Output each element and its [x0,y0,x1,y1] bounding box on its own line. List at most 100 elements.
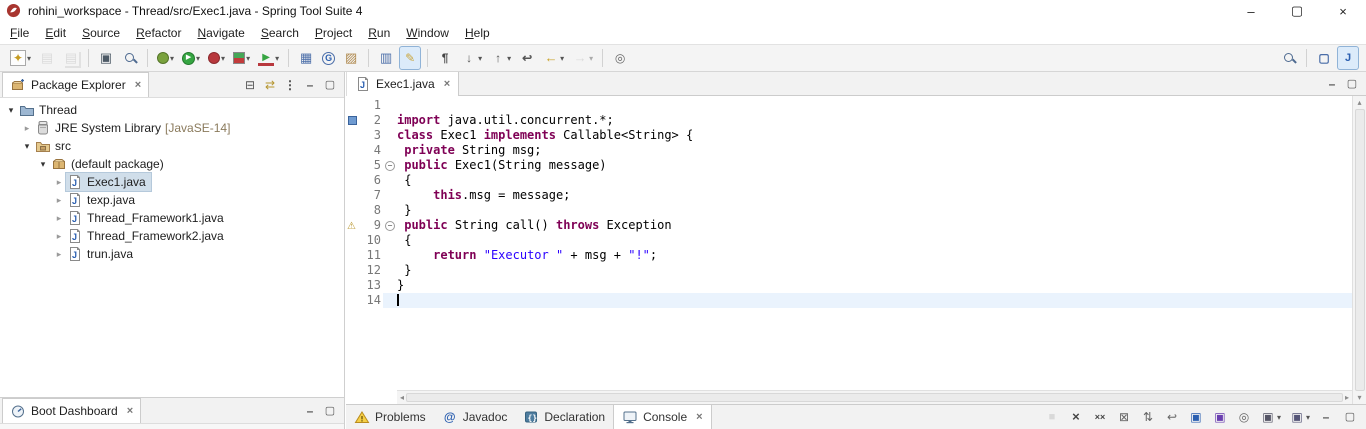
line-number[interactable]: 5 [359,158,383,173]
horizontal-scroll-thumb[interactable] [406,393,1343,402]
coverage-button[interactable]: ▾ [230,46,253,70]
view-menu-button[interactable]: ⋮ [280,75,300,95]
show-whitespace-button[interactable]: ¶ [434,46,456,70]
back-button[interactable]: ← ▾ [540,46,567,70]
code-line-1[interactable]: 1 [346,98,1352,113]
menu-help[interactable]: Help [457,23,498,43]
show-console-stderr-button[interactable]: ▣ [1209,407,1231,427]
menu-file[interactable]: File [2,23,37,43]
quick-access-search-button[interactable] [1278,46,1300,70]
code-text[interactable]: import java.util.concurrent.*; [397,113,1352,128]
display-selected-console-button[interactable]: ▣ ▾ [1257,407,1284,427]
open-console-button[interactable]: ▣ ▾ [1286,407,1313,427]
print-button[interactable]: ▣ [95,46,117,70]
tree-item-exec1-java[interactable]: ▸ J Exec1.java [0,172,344,192]
line-number[interactable]: 1 [359,98,383,113]
code-editor[interactable]: 1 2 import java.util.concurrent.*; 3 class E… [346,96,1366,404]
package-explorer-tab[interactable]: Package Explorer × [2,72,150,97]
code-text[interactable]: return "Executor " + msg + "!"; [397,248,1352,263]
dropdown-arrow-icon[interactable]: ▾ [170,54,174,63]
dropdown-arrow-icon[interactable]: ▾ [246,54,250,63]
last-edit-location-button[interactable]: ↩ [516,46,538,70]
tree-item-src[interactable]: ▾ src [0,137,344,155]
minimize-view-button[interactable]: – [1315,407,1337,427]
line-number[interactable]: 6 [359,173,383,188]
expand-arrow-icon[interactable]: ▸ [52,249,66,260]
dropdown-arrow-icon[interactable]: ▾ [196,54,200,63]
open-search-button[interactable] [119,46,141,70]
close-window-button[interactable]: × [1320,0,1366,22]
line-number[interactable]: 3 [359,128,383,143]
line-number[interactable]: 13 [359,278,383,293]
tree-item-trun-java[interactable]: ▸ Jtrun.java [0,245,344,263]
scroll-lock-button[interactable]: ⇅ [1137,407,1159,427]
code-line-3[interactable]: 3 class Exec1 implements Callable<String>… [346,128,1352,143]
save-button[interactable]: ▤ [36,46,58,70]
new-web-service-button[interactable]: G [319,46,338,70]
code-line-13[interactable]: 13} [346,278,1352,293]
line-number[interactable]: 10 [359,233,383,248]
maximize-view-button[interactable]: ▢ [320,75,340,95]
close-icon[interactable]: × [127,405,133,417]
tab-javadoc[interactable]: @ Javadoc [434,405,516,429]
collapse-arrow-icon[interactable]: ▾ [20,141,34,152]
dropdown-arrow-icon[interactable]: ▾ [478,54,482,63]
dropdown-arrow-icon[interactable]: ▾ [507,54,511,63]
code-text[interactable]: this.msg = message; [397,188,1352,203]
code-line-2[interactable]: 2 import java.util.concurrent.*; [346,113,1352,128]
expand-arrow-icon[interactable]: ▸ [52,195,66,206]
menu-run[interactable]: Run [360,23,398,43]
dropdown-arrow-icon[interactable]: ▾ [560,54,564,63]
menu-window[interactable]: Window [398,23,457,43]
java-perspective-button[interactable]: J [1337,46,1359,70]
menu-edit[interactable]: Edit [37,23,74,43]
line-number[interactable]: 11 [359,248,383,263]
code-line-10[interactable]: 10 { [346,233,1352,248]
code-text[interactable]: public Exec1(String message) [397,158,1352,173]
debug-button[interactable]: ▾ [154,46,177,70]
pin-console-button[interactable]: ◎ [1233,407,1255,427]
save-all-button[interactable]: ▤ [60,46,82,70]
dropdown-arrow-icon[interactable]: ▾ [275,54,279,63]
tree-item-jre-system-library[interactable]: ▸ JRE System Library [JavaSE-14] [0,119,344,137]
menu-source[interactable]: Source [74,23,128,43]
fold-collapse-icon[interactable]: − [385,220,395,231]
dropdown-arrow-icon[interactable]: ▾ [221,54,225,63]
code-text[interactable]: class Exec1 implements Callable<String> … [397,128,1352,143]
line-number[interactable]: 12 [359,263,383,278]
minimize-view-button[interactable]: – [1322,74,1342,94]
code-text[interactable] [397,98,1352,113]
link-with-editor-button[interactable]: ⇄ [260,75,280,95]
dropdown-arrow-icon[interactable]: ▾ [27,54,31,63]
code-line-5[interactable]: 5− public Exec1(String message) [346,158,1352,173]
minimize-view-button[interactable]: – [300,401,320,421]
expand-arrow-icon[interactable]: ▸ [52,177,66,188]
dropdown-arrow-icon[interactable]: ▾ [589,54,593,63]
line-number[interactable]: 7 [359,188,383,203]
vertical-scrollbar[interactable]: ▴ ▾ [1352,96,1366,404]
code-text[interactable]: { [397,233,1352,248]
dropdown-arrow-icon[interactable]: ▾ [1306,413,1310,422]
code-text[interactable]: private String msg; [397,143,1352,158]
collapse-arrow-icon[interactable]: ▾ [4,105,18,116]
code-line-8[interactable]: 8 } [346,203,1352,218]
clear-console-button[interactable]: ⊠ [1113,407,1135,427]
line-number[interactable]: 8 [359,203,383,218]
run-button[interactable]: ▶ ▾ [179,46,203,70]
scroll-right-arrow-icon[interactable]: ▸ [1345,393,1349,402]
scroll-left-arrow-icon[interactable]: ◂ [400,393,404,402]
remove-all-terminated-button[interactable]: ×× [1089,407,1111,427]
toggle-mark-occurrences-button[interactable]: ✎ [399,46,422,70]
line-number[interactable]: 14 [359,293,383,308]
maximize-view-button[interactable]: ▢ [320,401,340,421]
code-line-11[interactable]: 11 return "Executor " + msg + "!"; [346,248,1352,263]
menu-search[interactable]: Search [253,23,307,43]
show-console-stdout-button[interactable]: ▣ [1185,407,1207,427]
code-text[interactable]: } [397,278,1352,293]
tree-item-thread[interactable]: ▾ Thread [0,101,344,119]
tab-console[interactable]: Console × [613,405,712,429]
next-annotation-button[interactable]: ↓ ▾ [458,46,485,70]
remove-launch-button[interactable]: × [1065,407,1087,427]
external-tools-button[interactable]: ▶ ▾ [255,46,282,70]
code-text[interactable]: public String call() throws Exception [397,218,1352,233]
